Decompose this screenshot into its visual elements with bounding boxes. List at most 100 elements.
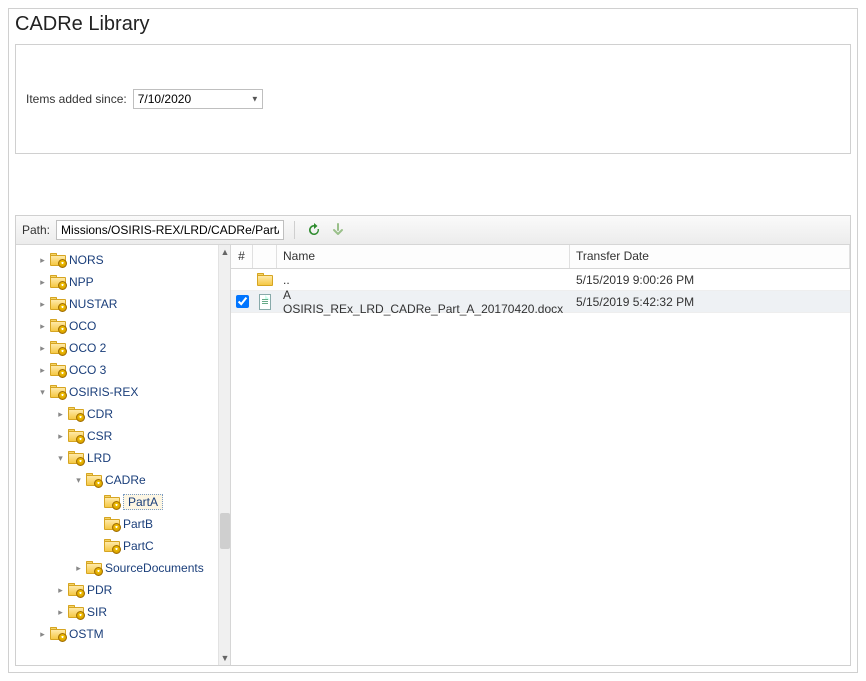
grid-header: # Name Transfer Date	[231, 245, 850, 269]
scroll-down-icon[interactable]: ▼	[219, 651, 231, 665]
tree-node-label[interactable]: OSTM	[69, 627, 104, 641]
tree-expander-icon[interactable]: ▸	[38, 278, 47, 287]
tree-expander-icon[interactable]: ▸	[38, 322, 47, 331]
path-input[interactable]	[56, 220, 284, 240]
download-button[interactable]	[329, 221, 347, 239]
tree-node-label[interactable]: SIR	[87, 605, 107, 619]
folder-icon	[50, 363, 66, 377]
tree-node[interactable]: ▸ OCO 3	[20, 359, 230, 381]
refresh-icon	[306, 222, 322, 238]
tree-node[interactable]: ▸ NORS	[20, 249, 230, 271]
col-check-header[interactable]: #	[231, 245, 253, 268]
col-name-header[interactable]: Name	[277, 245, 570, 268]
tree-node-label[interactable]: PartA	[123, 494, 163, 510]
tree-node[interactable]: PartB	[20, 513, 230, 535]
col-icon-header	[253, 245, 277, 268]
tree-node[interactable]: ▸ OSTM	[20, 623, 230, 645]
tree-node[interactable]: PartA	[20, 491, 230, 513]
scroll-thumb[interactable]	[220, 513, 230, 549]
tree-node[interactable]: ▸ CDR	[20, 403, 230, 425]
folder-icon	[68, 583, 84, 597]
tree-node-label[interactable]: NUSTAR	[69, 297, 117, 311]
folder-icon	[104, 495, 120, 509]
tree-node[interactable]: ▾ CADRe	[20, 469, 230, 491]
app-frame: CADRe Library Items added since: ▼ Path:	[8, 8, 858, 673]
refresh-button[interactable]	[305, 221, 323, 239]
folder-icon	[50, 385, 66, 399]
tree-node[interactable]: ▸ OCO	[20, 315, 230, 337]
tree-node[interactable]: ▸ SourceDocuments	[20, 557, 230, 579]
tree-node[interactable]: PartC	[20, 535, 230, 557]
tree-node[interactable]: ▸ CSR	[20, 425, 230, 447]
folder-icon	[50, 297, 66, 311]
tree-expander-icon[interactable]: ▸	[38, 300, 47, 309]
tree-expander-icon[interactable]: ▸	[74, 564, 83, 573]
tree-node-label[interactable]: PartC	[123, 539, 154, 553]
document-icon	[259, 294, 271, 310]
filter-panel: Items added since: ▼	[15, 44, 851, 154]
tree-expander-icon[interactable]: ▸	[56, 586, 65, 595]
tree-expander-icon[interactable]: ▸	[38, 630, 47, 639]
scroll-up-icon[interactable]: ▲	[219, 245, 231, 259]
tree-expander-icon[interactable]: ▸	[38, 344, 47, 353]
tree-node-label[interactable]: CSR	[87, 429, 112, 443]
tree-expander-icon[interactable]: ▸	[38, 256, 47, 265]
tree-expander-icon[interactable]: ▾	[74, 476, 83, 485]
grid-row[interactable]: A OSIRIS_REx_LRD_CADRe_Part_A_20170420.d…	[231, 291, 850, 313]
tree-expander-icon[interactable]: ▸	[56, 432, 65, 441]
explorer-toolbar: Path:	[16, 216, 850, 245]
folder-icon	[68, 407, 84, 421]
tree-node-label[interactable]: CDR	[87, 407, 113, 421]
page-title: CADRe Library	[9, 9, 857, 44]
file-explorer: Path: ▸ NORS ▸ NPP ▸ NUSTAR	[15, 215, 851, 666]
tree-node-label[interactable]: LRD	[87, 451, 111, 465]
tree-expander-icon[interactable]: ▸	[56, 410, 65, 419]
tree-node[interactable]: ▸ PDR	[20, 579, 230, 601]
path-label: Path:	[22, 223, 50, 237]
tree-node-label[interactable]: SourceDocuments	[105, 561, 204, 575]
parent-folder-link[interactable]: ..	[283, 273, 290, 287]
folder-icon	[104, 539, 120, 553]
tree-expander-icon[interactable]: ▾	[38, 388, 47, 397]
col-date-header[interactable]: Transfer Date	[570, 245, 850, 268]
tree-node-label[interactable]: NPP	[69, 275, 94, 289]
filter-label: Items added since:	[26, 92, 127, 106]
row-checkbox[interactable]	[236, 295, 249, 308]
tree-node-label[interactable]: PDR	[87, 583, 112, 597]
date-since-input[interactable]	[133, 89, 263, 109]
tree-expander-icon[interactable]: ▾	[56, 454, 65, 463]
folder-icon	[104, 517, 120, 531]
tree-node-label[interactable]: OCO 2	[69, 341, 106, 355]
tree-node-label[interactable]: OCO	[69, 319, 96, 333]
tree-node[interactable]: ▾ LRD	[20, 447, 230, 469]
tree-pane: ▸ NORS ▸ NPP ▸ NUSTAR ▸ OCO ▸ OCO 2 ▸ OC…	[16, 245, 231, 665]
folder-icon	[50, 341, 66, 355]
folder-tree[interactable]: ▸ NORS ▸ NPP ▸ NUSTAR ▸ OCO ▸ OCO 2 ▸ OC…	[16, 249, 230, 645]
folder-icon	[50, 253, 66, 267]
toolbar-separator	[294, 221, 295, 239]
tree-node[interactable]: ▾ OSIRIS-REX	[20, 381, 230, 403]
file-date: 5/15/2019 5:42:32 PM	[570, 295, 850, 309]
tree-node-label[interactable]: NORS	[69, 253, 104, 267]
file-date: 5/15/2019 9:00:26 PM	[570, 273, 850, 287]
file-name[interactable]: A OSIRIS_REx_LRD_CADRe_Part_A_20170420.d…	[283, 288, 564, 316]
tree-node-label[interactable]: CADRe	[105, 473, 146, 487]
tree-node[interactable]: ▸ NUSTAR	[20, 293, 230, 315]
download-icon	[331, 223, 345, 237]
tree-node[interactable]: ▸ SIR	[20, 601, 230, 623]
tree-expander-icon[interactable]: ▸	[56, 608, 65, 617]
folder-icon	[86, 473, 102, 487]
tree-scrollbar[interactable]: ▲ ▼	[218, 245, 230, 665]
folder-icon	[50, 627, 66, 641]
tree-expander-icon[interactable]: ▸	[38, 366, 47, 375]
tree-node[interactable]: ▸ OCO 2	[20, 337, 230, 359]
folder-icon	[68, 605, 84, 619]
tree-node[interactable]: ▸ NPP	[20, 271, 230, 293]
folder-icon	[68, 429, 84, 443]
tree-node-label[interactable]: OCO 3	[69, 363, 106, 377]
tree-node-label[interactable]: PartB	[123, 517, 153, 531]
file-grid: # Name Transfer Date .. 5/15/2019 9:00:2…	[231, 245, 850, 665]
folder-icon	[86, 561, 102, 575]
folder-icon	[50, 319, 66, 333]
tree-node-label[interactable]: OSIRIS-REX	[69, 385, 138, 399]
